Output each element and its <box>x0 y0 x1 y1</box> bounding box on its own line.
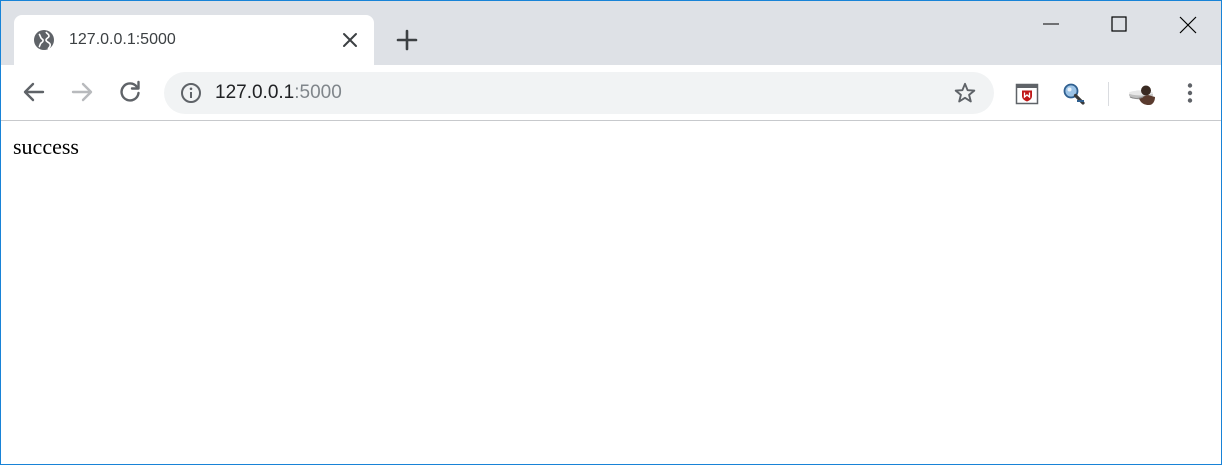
mcafee-shield-icon[interactable] <box>1015 82 1039 106</box>
tab-strip: 127.0.0.1:5000 <box>1 1 1221 66</box>
page-text: success <box>13 134 79 159</box>
page-content: success <box>1 121 1221 464</box>
tab-title: 127.0.0.1:5000 <box>69 31 176 48</box>
kebab-menu-icon[interactable] <box>1178 81 1202 105</box>
tab-close-icon[interactable] <box>341 31 359 49</box>
browser-toolbar: 127.0.0.1:5000 <box>1 65 1221 121</box>
toolbar-separator <box>1108 82 1109 106</box>
globe-icon <box>33 29 55 51</box>
new-tab-plus-icon[interactable] <box>395 28 419 52</box>
window-close-icon[interactable] <box>1178 15 1198 35</box>
browser-window: 127.0.0.1:5000 127.0.0.1:5000 success <box>0 0 1222 465</box>
forward-arrow-icon[interactable] <box>69 79 95 105</box>
maximize-icon[interactable] <box>1110 15 1128 33</box>
minimize-icon[interactable] <box>1042 15 1060 33</box>
url-text[interactable]: 127.0.0.1:5000 <box>215 82 342 104</box>
tab-active[interactable]: 127.0.0.1:5000 <box>14 15 374 66</box>
url-host: 127.0.0.1 <box>215 82 295 103</box>
back-arrow-icon[interactable] <box>21 79 47 105</box>
url-port: :5000 <box>294 82 342 103</box>
bookmark-star-icon[interactable] <box>953 81 977 105</box>
reload-icon[interactable] <box>117 79 143 105</box>
profile-avatar[interactable] <box>1127 80 1157 108</box>
info-icon[interactable] <box>180 82 202 104</box>
address-bar[interactable]: 127.0.0.1:5000 <box>164 72 994 114</box>
search-magnifier-icon[interactable] <box>1062 82 1086 106</box>
